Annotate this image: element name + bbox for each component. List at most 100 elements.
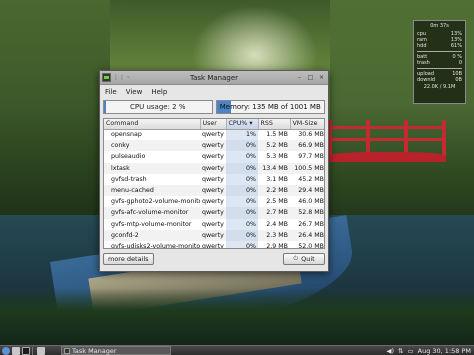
conky-widget: 0m 37s cpu 13% ram 13% hdd 61% batt 0 % tras… xyxy=(413,20,466,104)
conky-value: 0 xyxy=(458,60,462,66)
process-vm-size: 45.2 MB xyxy=(298,175,324,183)
volume-icon[interactable]: ◀) xyxy=(386,347,394,355)
table-row[interactable]: conky qwerty 0% 5.2 MB 66.9 MB xyxy=(104,140,324,152)
conky-network-totals: 22.0K / 9.1M xyxy=(423,84,456,90)
conky-divider xyxy=(417,68,462,69)
column-header-vm-size[interactable]: VM-Size xyxy=(290,119,324,130)
conky-row: downld 0B xyxy=(417,77,462,83)
process-cpu: 0% xyxy=(226,140,258,152)
table-row[interactable]: gconfd-2 qwerty 0% 2.3 MB 26.4 MB xyxy=(104,229,324,241)
column-header-command[interactable]: Command xyxy=(104,119,201,130)
cpu-usage-fill xyxy=(104,101,107,113)
process-cpu: 0% xyxy=(226,207,258,219)
process-command: gvfsd-trash xyxy=(111,175,147,183)
process-cpu: 0% xyxy=(226,240,258,248)
start-menu-icon[interactable] xyxy=(2,346,10,355)
process-rss: 5.2 MB xyxy=(258,140,290,152)
process-cpu: 0% xyxy=(226,218,258,230)
menu-view[interactable]: View xyxy=(126,88,143,96)
table-row[interactable]: lxtask qwerty 0% 13.4 MB 100.5 MB xyxy=(104,162,324,174)
menu-bar: File View Help xyxy=(100,85,328,98)
process-vm-size: 97.7 MB xyxy=(298,153,324,161)
taskbar: Task Manager ◀) ⇅ ▭ Aug 30, 1:58 PM xyxy=(0,345,474,355)
process-user: qwerty xyxy=(202,242,224,249)
conky-label: hdd xyxy=(417,43,427,49)
window-menu-icon[interactable]: ⋮⋮ xyxy=(113,73,125,82)
process-user: qwerty xyxy=(200,207,226,219)
process-vm-size: 30.6 MB xyxy=(298,131,324,139)
quit-label: Quit xyxy=(301,255,315,263)
process-command: gvfs-afc-volume-monitor xyxy=(104,207,200,219)
table-row[interactable]: opensnap qwerty 1% 1.5 MB 30.6 MB xyxy=(104,129,324,141)
process-rss: 2.4 MB xyxy=(266,220,288,228)
process-command: gconfd-2 xyxy=(104,229,200,241)
process-vm-size: 26.4 MB xyxy=(290,229,324,241)
quit-icon: ⏻ xyxy=(293,255,299,262)
close-icon[interactable]: × xyxy=(317,73,326,82)
conky-label: downld xyxy=(417,77,436,83)
process-command: pulseaudio xyxy=(111,153,146,161)
process-cpu: 0% xyxy=(226,184,258,197)
process-user: qwerty xyxy=(202,198,224,206)
process-table[interactable]: Command User CPU% ▾ RSS VM-Size opensnap… xyxy=(103,118,325,249)
process-user: qwerty xyxy=(200,229,226,241)
process-user: qwerty xyxy=(202,175,224,183)
sticky-pin-icon[interactable]: ◦ xyxy=(124,73,133,82)
process-rss: 1.5 MB xyxy=(266,131,288,139)
table-row[interactable]: gvfs-afc-volume-monitor qwerty 0% 2.7 MB 52.… xyxy=(104,207,324,219)
process-cpu: 0% xyxy=(226,196,258,208)
menu-file[interactable]: File xyxy=(105,88,117,96)
process-rss: 2.3 MB xyxy=(258,229,290,241)
table-row[interactable]: gvfs-mtp-volume-monitor qwerty 0% 2.4 MB 26.… xyxy=(104,218,324,230)
network-icon[interactable]: ⇅ xyxy=(398,347,403,355)
more-details-button[interactable]: more details xyxy=(103,253,154,265)
process-command: conky xyxy=(104,140,200,152)
process-user: qwerty xyxy=(200,162,226,174)
window-controls: – □ × xyxy=(295,73,326,82)
process-user: qwerty xyxy=(202,131,224,139)
battery-icon[interactable]: ▭ xyxy=(407,347,413,355)
wallpaper-bank xyxy=(0,288,474,345)
table-row[interactable]: gvfsd-trash qwerty 0% 3.1 MB 45.2 MB xyxy=(104,173,324,185)
process-cpu: 0% xyxy=(226,229,258,241)
table-row[interactable]: gvfs-udisks2-volume-monitor qwerty 0% 2.9 M… xyxy=(104,240,324,249)
table-row[interactable]: menu-cached qwerty 0% 2.2 MB 29.4 MB xyxy=(104,184,324,197)
conky-value: 0B xyxy=(455,77,462,83)
workspace-switcher-icon[interactable] xyxy=(37,346,45,355)
process-vm-size: 100.5 MB xyxy=(290,162,324,174)
terminal-icon[interactable] xyxy=(22,346,30,355)
file-manager-icon[interactable] xyxy=(12,346,20,355)
window-titlebar[interactable]: ⋮⋮ ◦ Task Manager – □ × xyxy=(100,71,328,85)
taskbar-task-label: Task Manager xyxy=(72,346,117,355)
window-title: Task Manager xyxy=(189,73,238,82)
process-vm-size: 66.9 MB xyxy=(290,140,324,152)
task-manager-app-icon[interactable] xyxy=(102,73,111,82)
bridge-rail xyxy=(328,138,446,141)
column-header-cpu[interactable]: CPU% ▾ xyxy=(226,119,259,130)
bridge-deck xyxy=(328,152,446,162)
table-row[interactable]: pulseaudio qwerty 0% 5.3 MB 97.7 MB xyxy=(104,151,324,163)
process-rss: 2.7 MB xyxy=(258,207,290,219)
maximize-icon[interactable]: □ xyxy=(306,73,315,82)
table-row[interactable]: gvfs-gphoto2-volume-monitor qwerty 0% 2.5 M… xyxy=(104,196,324,208)
process-user: qwerty xyxy=(200,140,226,152)
clock[interactable]: Aug 30, 1:58 PM xyxy=(418,347,471,355)
window-footer: more details ⏻ Quit xyxy=(100,249,328,269)
taskbar-task-manager[interactable]: Task Manager xyxy=(61,346,171,355)
conky-value: 61% xyxy=(450,43,462,49)
conky-label: trash xyxy=(417,60,430,66)
conky-row: hdd 61% xyxy=(417,43,462,49)
column-header-user[interactable]: User xyxy=(200,119,227,130)
task-manager-mini-icon xyxy=(64,347,70,354)
menu-help[interactable]: Help xyxy=(151,88,167,96)
minimize-icon[interactable]: – xyxy=(295,73,304,82)
quit-button[interactable]: ⏻ Quit xyxy=(283,253,325,265)
process-cpu: 0% xyxy=(226,162,258,174)
process-rss: 2.9 MB xyxy=(266,242,288,249)
memory-usage-label: Memory: 135 MB of 1001 MB used xyxy=(219,103,321,111)
process-user: qwerty xyxy=(202,153,224,161)
system-tray: ◀) ⇅ ▭ Aug 30, 1:58 PM xyxy=(386,347,474,355)
process-command: menu-cached xyxy=(104,184,200,197)
conky-row: trash 0 xyxy=(417,60,462,66)
column-header-rss[interactable]: RSS xyxy=(258,119,291,130)
